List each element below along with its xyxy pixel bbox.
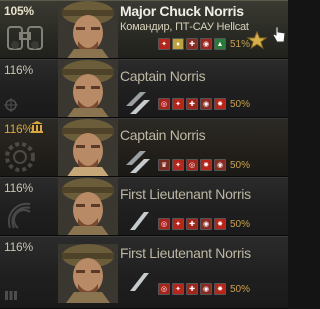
skill-icon[interactable]: ✦ <box>172 218 184 230</box>
skill-icon[interactable]: ✦ <box>172 159 184 171</box>
captain-rank-icon <box>126 92 150 114</box>
skill-icon[interactable]: ✸ <box>214 98 226 110</box>
first-lieutenant-rank-icon <box>130 212 149 230</box>
skill-icon[interactable]: ◎ <box>186 159 198 171</box>
skill-icon[interactable]: ◎ <box>158 98 170 110</box>
skill-icon[interactable]: ◉ <box>200 98 212 110</box>
skill-icon[interactable]: ✦ <box>172 98 184 110</box>
new-skill-progress: 50% <box>230 159 251 171</box>
ammo-icon <box>5 291 17 300</box>
crew-name: Captain Norris <box>120 68 206 84</box>
skill-icon[interactable]: ✸ <box>214 218 226 230</box>
crew-name: Captain Norris <box>120 127 206 143</box>
skill-icon[interactable]: ✦ <box>172 283 184 295</box>
skill-icon[interactable]: ◉ <box>200 38 212 50</box>
skills-bar: ◎ ✦ ✚ ◉ ✸ 50% <box>158 283 250 295</box>
skills-bar: ◎ ✦ ✚ ◉ ✸ 50% <box>158 98 250 110</box>
crew-row-gunner[interactable]: 116% Captain Norris ◎ ✦ ✚ ◉ ✸ 50% <box>0 59 288 118</box>
skill-icon[interactable]: ✸ <box>200 159 212 171</box>
skill-icon[interactable]: ✸ <box>214 283 226 295</box>
star-rank-icon <box>246 31 268 49</box>
captain-rank-icon <box>126 151 150 173</box>
skill-icon[interactable]: ◉ <box>214 159 226 171</box>
radio-icon <box>7 202 31 229</box>
gear-icon <box>5 142 35 172</box>
skill-icon[interactable]: ♦ <box>172 38 184 50</box>
crew-role: Командир, ПТ-САУ Hellcat <box>120 21 249 33</box>
crew-row-radio-operator[interactable]: 116% First Lieutenant Norris ◎ ✦ ✚ ◉ ✸ 5… <box>0 177 288 236</box>
skill-icon[interactable]: ✚ <box>186 98 198 110</box>
crew-portrait <box>58 244 118 303</box>
crew-row-driver[interactable]: 116% Captain Norris ♛ ✦ ◎ ✸ ◉ 50% <box>0 118 288 177</box>
skill-icon[interactable]: ◉ <box>200 283 212 295</box>
skill-icon[interactable]: ◎ <box>158 283 170 295</box>
crew-panel: 105% Major Chuck Norris Командир, ПТ-САУ… <box>0 0 288 309</box>
skill-icon[interactable]: ✚ <box>186 283 198 295</box>
crew-portrait <box>58 1 118 58</box>
skill-icon[interactable]: ♛ <box>158 159 170 171</box>
crew-name: Major Chuck Norris <box>120 3 244 19</box>
skill-icon[interactable]: ✚ <box>186 218 198 230</box>
crew-name: First Lieutenant Norris <box>120 186 251 202</box>
skill-icon[interactable]: ◎ <box>158 218 170 230</box>
crew-row-loader[interactable]: 116% First Lieutenant Norris ◎ ✦ ✚ ◉ ✸ 5… <box>0 236 288 309</box>
crew-portrait <box>58 60 118 117</box>
crew-skill-level: 116% <box>4 63 34 77</box>
new-skill-progress: 50% <box>230 98 251 110</box>
crew-skill-level: 116% <box>4 122 34 136</box>
skills-bar: ◎ ✦ ✚ ◉ ✸ 50% <box>158 218 250 230</box>
crew-portrait <box>58 178 118 235</box>
skill-icon[interactable]: ✦ <box>158 38 170 50</box>
binoculars-icon <box>7 26 43 50</box>
skills-bar: ✦ ♦ ✚ ◉ ▲ 51% <box>158 38 250 50</box>
crosshair-icon <box>4 98 18 112</box>
academy-bonus-icon <box>31 121 43 133</box>
crew-name: First Lieutenant Norris <box>120 245 251 261</box>
crew-row-commander[interactable]: 105% Major Chuck Norris Командир, ПТ-САУ… <box>0 0 288 59</box>
crew-skill-level: 105% <box>4 4 34 18</box>
skills-bar: ♛ ✦ ◎ ✸ ◉ 50% <box>158 159 250 171</box>
new-skill-progress: 50% <box>230 218 251 230</box>
crew-skill-level: 116% <box>4 240 34 254</box>
skill-icon[interactable]: ◉ <box>200 218 212 230</box>
crew-portrait <box>58 119 118 176</box>
new-skill-progress: 50% <box>230 283 251 295</box>
first-lieutenant-rank-icon <box>130 273 149 291</box>
hand-cursor-icon <box>272 26 286 43</box>
skill-icon[interactable]: ✚ <box>186 38 198 50</box>
skill-icon[interactable]: ▲ <box>214 38 226 50</box>
crew-skill-level: 116% <box>4 181 34 195</box>
